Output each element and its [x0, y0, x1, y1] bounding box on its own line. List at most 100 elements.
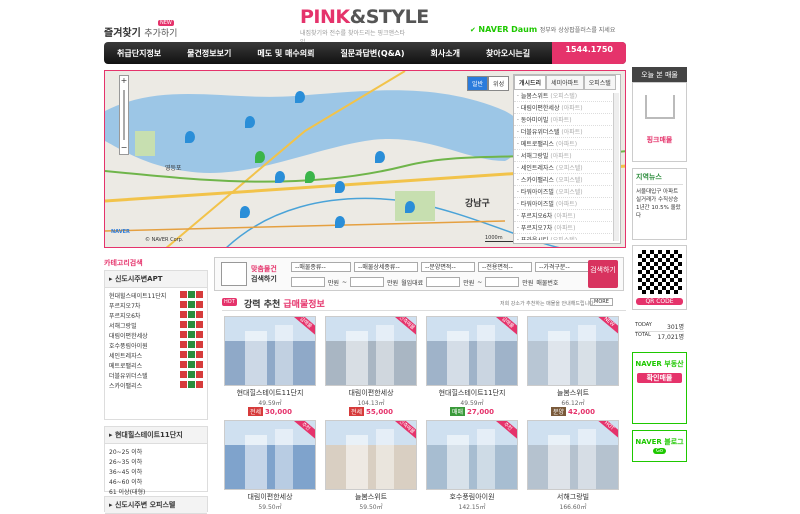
nav-item-complex[interactable]: 취급단지정보 — [104, 48, 174, 59]
tab-officetel[interactable]: 오피스텔 — [583, 75, 616, 90]
jeonse-tag[interactable] — [188, 300, 195, 308]
jeonse-tag[interactable] — [188, 310, 195, 318]
map-marker[interactable] — [335, 216, 345, 228]
nav-item-request[interactable]: 메도 및 매수의뢰 — [244, 48, 327, 59]
listing-card[interactable]: NEW 늘봄스위트 66.12㎡ 분양 42,000 — [527, 316, 619, 416]
category-item[interactable]: 더블유위더스텔 — [105, 370, 207, 380]
listing-photo[interactable]: 신축매물 — [325, 316, 417, 386]
sale-tag[interactable] — [180, 290, 187, 298]
category-title[interactable]: ▸ 신도시주변 오피스텔 — [105, 497, 207, 514]
listing-photo[interactable]: 추천 — [224, 420, 316, 490]
sale-tag[interactable] — [180, 380, 187, 388]
listing-card[interactable]: 추천 대림이편한세상 59.50㎡ — [224, 420, 316, 511]
partner-banner[interactable]: ✔ NAVER Daum 정부와 상상팝플러스를 지세요 — [470, 25, 615, 34]
listing-card[interactable]: 급매물 현대힐스테이트11단지 49.59㎡ 매매 27,000 — [426, 316, 518, 416]
search-button[interactable]: 검색하기 — [588, 260, 618, 288]
jeonse-tag[interactable] — [188, 330, 195, 338]
complex-list-item[interactable]: · 푸르지오6차 (아파트) — [514, 210, 612, 222]
sale-tag[interactable] — [180, 330, 187, 338]
sale-tag[interactable] — [180, 320, 187, 328]
listing-photo[interactable]: NEW — [527, 316, 619, 386]
listing-name[interactable]: 늘봄스위트 — [527, 388, 619, 398]
listing-name[interactable]: 서해그랑빌 — [527, 492, 619, 502]
listing-card[interactable]: 신축매물 늘봄스위트 59.50㎡ — [325, 420, 417, 511]
select-subtype[interactable]: --매물상세종류-- — [354, 262, 418, 272]
map-marker[interactable] — [245, 116, 255, 128]
sale-tag[interactable] — [180, 300, 187, 308]
category-item[interactable]: 서해그랑빌 — [105, 320, 207, 330]
category-title[interactable]: ▸ 현대힐스테이트11단지 — [105, 427, 207, 444]
listing-card[interactable]: HOT 서해그랑빌 166.60㎡ — [527, 420, 619, 511]
rent-tag[interactable] — [196, 330, 203, 338]
map-marker[interactable] — [295, 91, 305, 103]
rent-tag[interactable] — [196, 360, 203, 368]
price-max-input[interactable] — [350, 277, 385, 287]
listing-name[interactable]: 대림이편한세상 — [224, 492, 316, 502]
listing-card[interactable]: 신축매물 대림이편한세상 104.13㎡ 전세 55,000 — [325, 316, 417, 416]
map-marker[interactable] — [255, 151, 265, 163]
nav-item-listings[interactable]: 물건정보보기 — [174, 48, 244, 59]
rent-tag[interactable] — [196, 370, 203, 378]
complex-list-item[interactable]: · 서해그랑빌 (아파트) — [514, 150, 612, 162]
category-item[interactable]: 46~60 이하 — [105, 476, 207, 486]
complex-list-item[interactable]: · 동아미이빌 (아파트) — [514, 114, 612, 126]
category-item[interactable]: 현대힐스테이트11단지 — [105, 290, 207, 300]
complex-list-item[interactable]: · 스카이팰리스 (오피스텔) — [514, 174, 612, 186]
map-marker[interactable] — [375, 151, 385, 163]
rent-min-input[interactable] — [426, 277, 461, 287]
complex-list-item[interactable]: · 메트로팰리스 (아파트) — [514, 138, 612, 150]
rent-tag[interactable] — [196, 310, 203, 318]
zoom-out-button[interactable]: − — [120, 144, 128, 152]
naver-blog-banner[interactable]: NAVER 블로그 Go — [632, 430, 687, 462]
listing-photo[interactable]: 추천 — [426, 420, 518, 490]
sale-tag[interactable] — [180, 370, 187, 378]
nav-item-directions[interactable]: 찾아오시는길 — [473, 48, 543, 59]
rent-tag[interactable] — [196, 350, 203, 358]
rent-tag[interactable] — [196, 320, 203, 328]
listing-card[interactable]: 추천 호수풍림아이원 142.15㎡ — [426, 420, 518, 511]
listing-name[interactable]: 늘봄스위트 — [325, 492, 417, 502]
map-type-satellite[interactable]: 위성 — [488, 76, 510, 91]
tab-apartments[interactable]: 세미아파트 — [546, 75, 584, 90]
zoom-slider[interactable] — [123, 90, 125, 140]
complex-list-item[interactable]: · 푸르지오7차 (아파트) — [514, 222, 612, 234]
list-scrollbar[interactable] — [613, 93, 619, 241]
rent-tag[interactable] — [196, 300, 203, 308]
complex-list-item[interactable]: · 타워아이즈빌 (아파트) — [514, 198, 612, 210]
rent-tag[interactable] — [196, 340, 203, 348]
listing-photo[interactable]: 급매물 — [224, 316, 316, 386]
listing-photo[interactable]: HOT — [527, 420, 619, 490]
map-type-normal[interactable]: 일반 — [467, 76, 489, 91]
complex-list-item[interactable]: · 타워아이즈빌 (오피스텔) — [514, 186, 612, 198]
complex-list-item[interactable]: · 늘봄스위트 (오피스텔) — [514, 90, 612, 102]
category-item[interactable]: 대림이편한세상 — [105, 330, 207, 340]
zoom-control[interactable]: + − — [119, 75, 129, 155]
pink-listings-link[interactable]: 핑크매물 — [633, 135, 686, 145]
nav-item-qna[interactable]: 질문과답변(Q&A) — [327, 48, 417, 59]
tab-all[interactable]: 개시드리 — [514, 75, 547, 90]
jeonse-tag[interactable] — [188, 350, 195, 358]
zoom-in-button[interactable]: + — [120, 76, 128, 86]
complex-list-item[interactable]: · 세인트레자스 (오피스텔) — [514, 162, 612, 174]
select-price[interactable]: --가격구분-- — [535, 262, 589, 272]
category-item[interactable]: 36~45 이하 — [105, 466, 207, 476]
category-item[interactable]: 26~35 이하 — [105, 456, 207, 466]
map-marker[interactable] — [240, 206, 250, 218]
complex-list-item[interactable]: · 대림이편한세상 (아파트) — [514, 102, 612, 114]
complex-list-item[interactable]: · 프라움시티 (오피스텔) — [514, 234, 612, 240]
select-type[interactable]: --매물종류-- — [291, 262, 351, 272]
jeonse-tag[interactable] — [188, 370, 195, 378]
map-marker[interactable] — [275, 171, 285, 183]
site-logo[interactable]: PINK&STYLE — [300, 6, 429, 28]
listing-name[interactable]: 대림이편한세상 — [325, 388, 417, 398]
category-item[interactable]: 호수풍림아이원 — [105, 340, 207, 350]
listing-name[interactable]: 현대힐스테이트11단지 — [426, 388, 518, 398]
map-marker[interactable] — [405, 201, 415, 213]
sale-tag[interactable] — [180, 340, 187, 348]
select-exclusive-area[interactable]: --전용면적-- — [478, 262, 532, 272]
category-item[interactable]: 20~25 이하 — [105, 446, 207, 456]
nav-item-about[interactable]: 회사소개 — [418, 48, 473, 59]
listing-name[interactable]: 호수풍림아이원 — [426, 492, 518, 502]
listing-photo[interactable]: 신축매물 — [325, 420, 417, 490]
select-area[interactable]: --분양면적-- — [421, 262, 475, 272]
